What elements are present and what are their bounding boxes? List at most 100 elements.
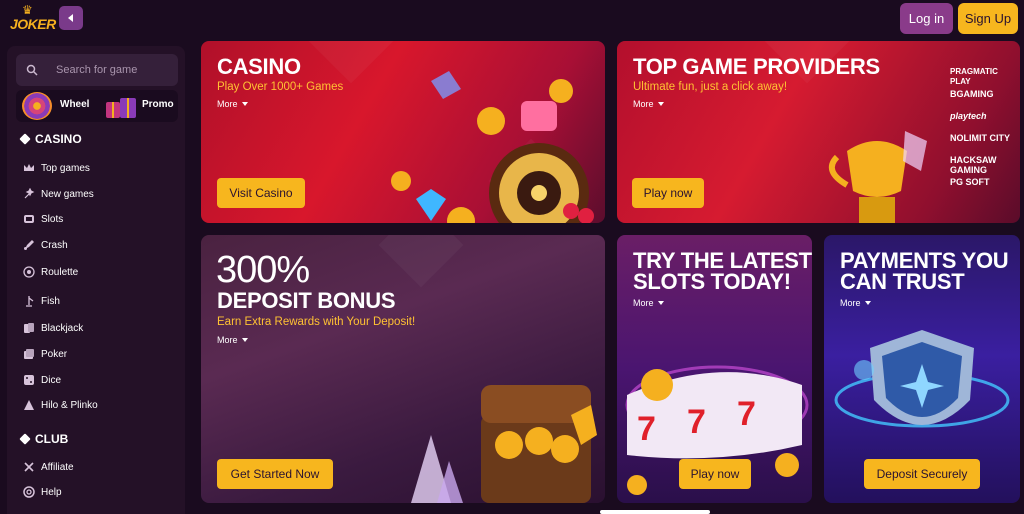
help-icon <box>23 486 35 498</box>
svg-text:7: 7 <box>687 403 706 441</box>
sidebar-item-label: Roulette <box>41 266 79 278</box>
promo-label: Promo <box>142 99 174 110</box>
card-title-line1: TRY THE LATEST <box>633 248 812 273</box>
more-label: More <box>840 298 861 308</box>
sidebar-item-roulette[interactable]: Roulette <box>23 266 78 278</box>
site-logo[interactable]: ♛ JOKER <box>10 4 56 36</box>
chevron-left-icon <box>68 14 73 22</box>
pyramid-icon <box>24 400 34 410</box>
sidebar-item-blackjack[interactable]: Blackjack <box>23 322 83 334</box>
sidebar-item-label: Poker <box>41 348 68 360</box>
sidebar-item-help[interactable]: Help <box>23 486 62 498</box>
club-section-title: CLUB <box>19 432 69 446</box>
providers-card[interactable]: TOP GAME PROVIDERS Ultimate fun, just a … <box>617 41 1020 223</box>
signup-button[interactable]: Sign Up <box>958 3 1018 34</box>
card-title: CASINO <box>217 54 301 79</box>
play-now-button[interactable]: Play now <box>679 459 751 489</box>
more-link[interactable]: More <box>633 99 664 109</box>
more-link[interactable]: More <box>840 298 871 308</box>
trophy-illustration <box>828 131 927 223</box>
provider-logo: PG SOFT <box>950 177 990 187</box>
caret-down-icon <box>864 301 871 305</box>
sidebar-item-label: Top games <box>41 162 90 174</box>
more-link[interactable]: More <box>217 99 248 109</box>
wheel-label: Wheel <box>60 99 90 110</box>
more-link[interactable]: More <box>217 335 248 345</box>
login-button[interactable]: Log in <box>900 3 953 34</box>
payments-card[interactable]: PAYMENTS YOU CAN TRUST More Deposit Secu… <box>824 235 1020 503</box>
sidebar-item-label: Fish <box>41 295 60 307</box>
slots-card[interactable]: TRY THE LATEST SLOTS TODAY! More 7 7 7 P… <box>617 235 812 503</box>
more-link[interactable]: More <box>633 298 664 308</box>
club-section-label: CLUB <box>35 432 69 446</box>
search-input[interactable]: Search for game <box>16 54 178 86</box>
sidebar-item-hilo-plinko[interactable]: Hilo & Plinko <box>23 399 98 411</box>
card-title-line2: CAN TRUST <box>840 269 965 294</box>
sidebar-collapse-button[interactable] <box>59 6 83 30</box>
search-icon <box>26 64 38 76</box>
sidebar-item-fish[interactable]: Fish <box>23 295 60 307</box>
card-title: DEPOSIT BONUS <box>217 288 396 313</box>
sidebar-item-label: Affiliate <box>41 461 74 473</box>
sidebar-item-label: Dice <box>41 374 62 386</box>
deposit-bonus-card[interactable]: 300% DEPOSIT BONUS Earn Extra Rewards wi… <box>201 235 605 503</box>
search-placeholder: Search for game <box>56 64 138 76</box>
caret-down-icon <box>657 301 664 305</box>
quick-links: Wheel Promo <box>16 90 178 122</box>
sidebar: Search for game Wheel Promo CASINO Top g… <box>7 46 185 514</box>
svg-text:7: 7 <box>637 410 656 448</box>
sidebar-item-crash[interactable]: Crash <box>23 239 68 251</box>
rocket-icon <box>24 240 34 250</box>
card-subtitle: Play Over 1000+ Games <box>217 81 344 93</box>
provider-logo: NOLIMIT CITY <box>950 133 1010 143</box>
slot-icon <box>24 215 34 223</box>
card-subtitle: Ultimate fun, just a click away! <box>633 81 788 93</box>
diamond-icon <box>19 433 31 445</box>
sidebar-item-top-games[interactable]: Top games <box>23 162 90 174</box>
visit-casino-button[interactable]: Visit Casino <box>217 178 305 208</box>
promo-link[interactable]: Promo <box>100 90 178 122</box>
sparkle-icon <box>24 188 35 199</box>
crown-icon <box>24 164 34 171</box>
casino-card[interactable]: CASINO Play Over 1000+ Games More Visit … <box>201 41 605 223</box>
sidebar-item-label: Hilo & Plinko <box>41 399 98 411</box>
wheel-icon <box>22 92 52 120</box>
sidebar-item-dice[interactable]: Dice <box>23 374 61 386</box>
sidebar-item-poker[interactable]: Poker <box>23 348 67 360</box>
diamond-icon <box>19 133 31 145</box>
wheel-link[interactable]: Wheel <box>16 90 96 122</box>
deposit-securely-button[interactable]: Deposit Securely <box>864 459 980 489</box>
dice-icon <box>24 375 34 385</box>
scroll-indicator <box>600 510 710 514</box>
sidebar-item-slots[interactable]: Slots <box>23 213 63 225</box>
play-now-button[interactable]: Play now <box>632 178 704 208</box>
provider-logo: BGAMING <box>950 89 994 99</box>
svg-text:7: 7 <box>737 395 756 433</box>
bonus-percent: 300% <box>216 249 310 291</box>
provider-logo: PRAGMATIC PLAY <box>950 67 998 86</box>
get-started-button[interactable]: Get Started Now <box>217 459 333 489</box>
card-title: TOP GAME PROVIDERS <box>633 54 880 79</box>
sidebar-item-label: New games <box>41 188 94 200</box>
caret-down-icon <box>241 338 248 342</box>
casino-section-title: CASINO <box>19 132 82 146</box>
casino-section-label: CASINO <box>35 132 82 146</box>
cards-icon <box>24 323 34 333</box>
poker-icon <box>24 349 34 359</box>
roulette-icon <box>23 266 35 278</box>
caret-down-icon <box>657 102 664 106</box>
fish-icon <box>26 296 34 307</box>
bg-decoration <box>378 235 464 288</box>
sidebar-item-affiliate[interactable]: Affiliate <box>23 461 74 473</box>
sidebar-item-label: Crash <box>41 239 68 251</box>
top-bar: ♛ JOKER Log in Sign Up <box>0 0 1024 40</box>
affiliate-icon <box>24 462 34 472</box>
sidebar-item-new-games[interactable]: New games <box>23 188 94 200</box>
more-label: More <box>217 99 238 109</box>
more-label: More <box>217 335 238 345</box>
caret-down-icon <box>241 102 248 106</box>
logo-text: JOKER <box>10 16 56 32</box>
sidebar-item-label: Blackjack <box>41 322 84 334</box>
gift-icon <box>106 98 136 118</box>
more-label: More <box>633 298 654 308</box>
